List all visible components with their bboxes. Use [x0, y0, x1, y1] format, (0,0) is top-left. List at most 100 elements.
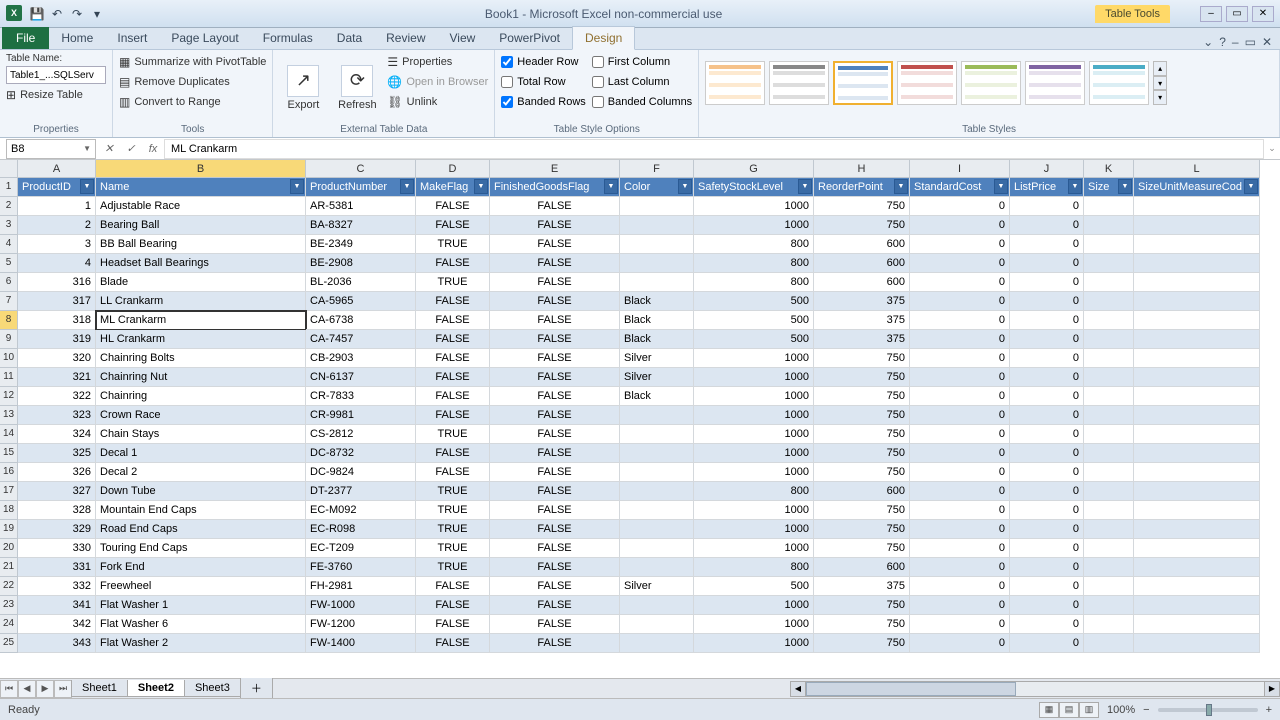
cell[interactable]: EC-R098 — [306, 520, 416, 539]
cell[interactable]: 1000 — [694, 197, 814, 216]
fx-icon[interactable]: fx — [142, 139, 164, 159]
cell[interactable] — [1084, 463, 1134, 482]
cell[interactable]: 500 — [694, 292, 814, 311]
cell[interactable]: 1000 — [694, 349, 814, 368]
cell[interactable]: AR-5381 — [306, 197, 416, 216]
cell[interactable]: 0 — [1010, 406, 1084, 425]
workbook-minimize-icon[interactable]: – — [1232, 35, 1239, 49]
cell[interactable]: 750 — [814, 444, 910, 463]
cell[interactable] — [1134, 311, 1260, 330]
cell[interactable]: 750 — [814, 615, 910, 634]
cell[interactable]: TRUE — [416, 520, 490, 539]
cell[interactable]: 0 — [910, 615, 1010, 634]
cell[interactable]: FALSE — [490, 444, 620, 463]
table-style-swatch[interactable] — [1025, 61, 1085, 105]
cell[interactable]: 750 — [814, 463, 910, 482]
cell[interactable]: FALSE — [490, 292, 620, 311]
cell[interactable] — [1084, 235, 1134, 254]
cell[interactable] — [1134, 330, 1260, 349]
cell[interactable]: Crown Race — [96, 406, 306, 425]
sheet-tab-1[interactable]: Sheet1 — [71, 680, 128, 697]
cell[interactable]: BL-2036 — [306, 273, 416, 292]
cell[interactable]: Flat Washer 6 — [96, 615, 306, 634]
cell[interactable] — [1134, 368, 1260, 387]
table-style-swatch[interactable] — [961, 61, 1021, 105]
cell[interactable]: 1000 — [694, 539, 814, 558]
cell[interactable]: FALSE — [490, 273, 620, 292]
cell[interactable]: CS-2812 — [306, 425, 416, 444]
cell[interactable]: Flat Washer 1 — [96, 596, 306, 615]
cell[interactable] — [620, 406, 694, 425]
cell[interactable]: Chainring Bolts — [96, 349, 306, 368]
cell[interactable] — [620, 216, 694, 235]
cell[interactable]: 750 — [814, 634, 910, 653]
cell[interactable]: 0 — [910, 482, 1010, 501]
cell[interactable]: FALSE — [490, 558, 620, 577]
cell[interactable]: 0 — [910, 349, 1010, 368]
cell[interactable]: FALSE — [416, 349, 490, 368]
cell[interactable]: 1000 — [694, 444, 814, 463]
cell[interactable]: FALSE — [416, 311, 490, 330]
cell[interactable]: 0 — [1010, 368, 1084, 387]
cell[interactable]: 0 — [910, 330, 1010, 349]
unlink-button[interactable]: ⛓Unlink — [387, 93, 488, 111]
cell[interactable] — [620, 520, 694, 539]
cell[interactable]: FALSE — [416, 634, 490, 653]
table-header-cell[interactable]: Name▼ — [96, 178, 306, 197]
cell[interactable]: Silver — [620, 577, 694, 596]
cell[interactable] — [1084, 273, 1134, 292]
cell[interactable] — [1084, 330, 1134, 349]
col-header-L[interactable]: L — [1134, 160, 1260, 178]
cell[interactable]: CA-5965 — [306, 292, 416, 311]
cell[interactable] — [1084, 615, 1134, 634]
filter-dropdown-icon[interactable]: ▼ — [894, 179, 908, 194]
cell[interactable]: 0 — [910, 577, 1010, 596]
cell[interactable]: 0 — [1010, 520, 1084, 539]
cell[interactable]: FALSE — [490, 615, 620, 634]
refresh-button[interactable]: ⟳Refresh — [333, 53, 381, 122]
cell[interactable] — [1084, 406, 1134, 425]
cell[interactable]: 1000 — [694, 406, 814, 425]
cell[interactable]: 0 — [910, 501, 1010, 520]
cell[interactable]: FALSE — [416, 387, 490, 406]
row-header[interactable]: 21 — [0, 558, 18, 577]
table-name-input[interactable] — [6, 66, 106, 84]
row-header[interactable]: 12 — [0, 387, 18, 406]
cell[interactable]: CA-6738 — [306, 311, 416, 330]
table-header-cell[interactable]: ProductNumber▼ — [306, 178, 416, 197]
cell[interactable] — [1134, 444, 1260, 463]
cell[interactable]: 0 — [1010, 596, 1084, 615]
cell[interactable]: FH-2981 — [306, 577, 416, 596]
cell[interactable]: Black — [620, 292, 694, 311]
cell[interactable]: 328 — [18, 501, 96, 520]
col-header-D[interactable]: D — [416, 160, 490, 178]
cell[interactable]: FALSE — [490, 501, 620, 520]
insert-tab[interactable]: Insert — [105, 27, 159, 49]
row-header[interactable]: 25 — [0, 634, 18, 653]
cell[interactable] — [620, 615, 694, 634]
cell[interactable]: 0 — [1010, 254, 1084, 273]
cell[interactable]: Mountain End Caps — [96, 501, 306, 520]
cell[interactable] — [1134, 596, 1260, 615]
cell[interactable]: 327 — [18, 482, 96, 501]
sheet-nav-first-icon[interactable]: ⏮ — [0, 680, 18, 698]
cell[interactable]: 0 — [910, 463, 1010, 482]
cell[interactable]: BE-2908 — [306, 254, 416, 273]
restore-button[interactable]: ▭ — [1226, 6, 1248, 22]
table-header-cell[interactable]: SizeUnitMeasureCod▼ — [1134, 178, 1260, 197]
cell[interactable]: 1000 — [694, 520, 814, 539]
banded-columns-checkbox[interactable]: Banded Columns — [592, 93, 692, 111]
cell[interactable]: 330 — [18, 539, 96, 558]
cell[interactable] — [1084, 254, 1134, 273]
cell[interactable]: 600 — [814, 254, 910, 273]
cell[interactable]: Fork End — [96, 558, 306, 577]
cell[interactable]: 320 — [18, 349, 96, 368]
cell[interactable]: 316 — [18, 273, 96, 292]
cell[interactable]: CN-6137 — [306, 368, 416, 387]
row-header[interactable]: 20 — [0, 539, 18, 558]
cell[interactable]: Chain Stays — [96, 425, 306, 444]
gallery-scroll-icon[interactable]: ▾ — [1153, 76, 1167, 91]
cell[interactable]: TRUE — [416, 273, 490, 292]
cell[interactable] — [1084, 292, 1134, 311]
col-header-A[interactable]: A — [18, 160, 96, 178]
